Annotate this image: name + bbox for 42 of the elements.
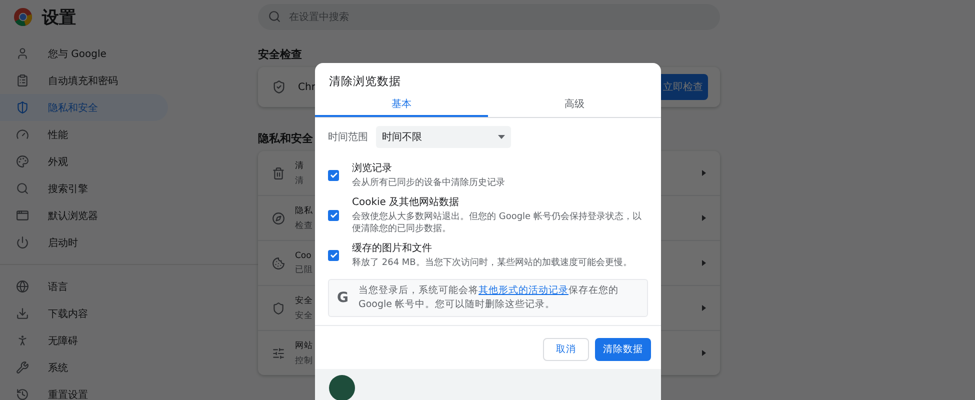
sidebar-item[interactable]: 外观 xyxy=(0,148,168,175)
app-title: 设置 xyxy=(42,6,76,28)
row-title[interactable]: 网站 xyxy=(295,340,313,352)
sidebar-item[interactable]: 隐私和安全 xyxy=(0,94,168,121)
section-heading: 安全检查 xyxy=(258,47,302,63)
row-title[interactable]: 隐私 xyxy=(295,204,313,216)
row-title[interactable]: 安全 xyxy=(295,294,313,306)
time-range-select[interactable]: 时间不限 xyxy=(376,126,511,148)
option-title: 浏览记录 xyxy=(352,162,393,175)
sidebar-item[interactable]: 启动时 xyxy=(0,229,168,256)
info-text: 当您登录后，系统可能会将其他形式的活动记录保存在您的 Google 帐号中。您可以随时删除这些记录。 xyxy=(358,284,620,312)
sidebar-item[interactable]: 语言 xyxy=(0,273,168,300)
tab[interactable]: 基本 xyxy=(315,95,488,117)
activity-link[interactable]: 其他形式的活动记录 xyxy=(478,284,568,296)
cancel-button[interactable]: 取消 xyxy=(543,338,589,362)
section-heading: 隐私和安全 xyxy=(258,131,313,147)
clear-data-button[interactable]: 清除数据 xyxy=(595,338,651,362)
option-description: 释放了 264 MB。当您下次访问时，某些网站的加载速度可能会更慢。 xyxy=(352,257,632,270)
row-subtitle: 已阻 xyxy=(295,264,313,276)
sidebar-item[interactable]: 您与 Google xyxy=(0,40,168,67)
row-subtitle: 安全 xyxy=(295,310,313,322)
option-title: Cookie 及其他网站数据 xyxy=(352,196,460,210)
sidebar-item[interactable]: 下载内容 xyxy=(0,300,168,327)
row-subtitle: 控制 xyxy=(295,354,313,366)
google-letter: G xyxy=(337,290,348,306)
sidebar-item[interactable]: 搜索引擎 xyxy=(0,175,168,202)
option-description: 会致使您从大多数网站退出。但您的 Google 帐号仍会保持登录状态，以便清除您的已同步数据。 xyxy=(352,211,642,236)
sidebar-item[interactable]: 系统 xyxy=(0,354,168,381)
sidebar-item[interactable]: 自动填充和密码 xyxy=(0,67,168,94)
option-description: 会从所有已同步的设备中清除历史记录 xyxy=(352,177,505,190)
row-subtitle: 检查 xyxy=(295,220,313,232)
option-title: 缓存的图片和文件 xyxy=(352,242,433,256)
card-text: Chr xyxy=(298,82,316,92)
sidebar-item[interactable]: 性能 xyxy=(0,121,168,148)
sidebar-item[interactable]: 无障碍 xyxy=(0,327,168,354)
row-subtitle: 清 xyxy=(295,174,304,186)
time-range-label: 时间范围 xyxy=(328,130,368,144)
row-title[interactable]: Coo xyxy=(295,250,312,260)
sidebar-item[interactable]: 重置设置 xyxy=(0,381,168,400)
sidebar-item[interactable]: 默认浏览器 xyxy=(0,202,168,229)
row-title[interactable]: 清 xyxy=(295,160,304,172)
dialog-title: 清除浏览数据 xyxy=(328,73,402,90)
